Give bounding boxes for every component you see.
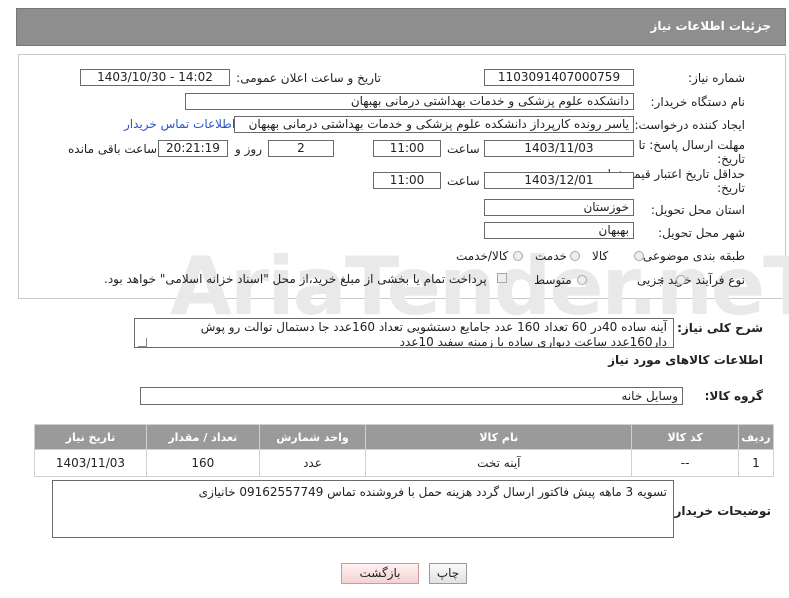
process-medium-radio[interactable] xyxy=(577,275,587,285)
category-goods-label: کالا xyxy=(592,249,609,263)
process-type-label: نوع فرآیند خرید : xyxy=(660,273,745,287)
announce-date-field: 1403/10/30 - 14:02 xyxy=(80,69,230,86)
buyer-org-label: نام دستگاه خریدار: xyxy=(650,95,746,109)
description-text: آینه ساده 40در 60 تعداد 160 عدد جامایع د… xyxy=(200,320,667,348)
col-unit: واحد شمارش xyxy=(258,424,367,450)
validity-time-label: ساعت xyxy=(447,174,480,188)
deadline-label-date: تاریخ: xyxy=(717,152,745,166)
category-goods-service-label: کالا/خدمت xyxy=(456,249,509,263)
goods-group-label: گروه کالا: xyxy=(704,389,763,403)
buyer-notes-field: تسویه 3 ماهه پیش فاکتور ارسال گردد هزینه… xyxy=(52,480,674,538)
process-minor-label: جزیی xyxy=(637,273,665,287)
page-title: جزئیات اطلاعات نیاز xyxy=(650,19,771,33)
process-medium-label: متوسط xyxy=(534,273,572,287)
category-service-radio[interactable] xyxy=(570,251,580,261)
category-label: طبقه بندی موضوعی: xyxy=(638,249,745,263)
remaining-time-field: 20:21:19 xyxy=(158,140,228,157)
description-label: شرح کلی نیاز: xyxy=(677,321,763,335)
cell-unit: عدد xyxy=(258,449,367,477)
remaining-time-label: ساعت باقی مانده xyxy=(68,142,158,156)
deadline-date-field: 1403/11/03 xyxy=(484,140,634,157)
validity-time-field: 11:00 xyxy=(373,172,441,189)
city-field: بهبهان xyxy=(484,222,634,239)
table-row: 1 -- آینه تخت عدد 160 1403/11/03 xyxy=(34,449,775,477)
treasury-payment-note: پرداخت تمام یا بخشی از مبلغ خرید،از محل … xyxy=(104,272,487,286)
validity-date-field: 1403/12/01 xyxy=(484,172,634,189)
goods-section-title: اطلاعات کالاهای مورد نیاز xyxy=(608,353,763,367)
deadline-time-field: 11:00 xyxy=(373,140,441,157)
col-code: کد کالا xyxy=(631,424,739,450)
goods-table: ردیف کد کالا نام کالا واحد شمارش تعداد /… xyxy=(34,424,775,477)
category-goods-service-radio[interactable] xyxy=(513,251,523,261)
category-service-label: خدمت xyxy=(535,249,567,263)
print-button[interactable]: چاپ xyxy=(429,563,467,584)
buyer-notes-label: توضیحات خریدار: xyxy=(669,504,771,518)
creator-label: ایجاد کننده درخواست: xyxy=(634,118,745,132)
description-field: آینه ساده 40در 60 تعداد 160 عدد جامایع د… xyxy=(134,318,674,348)
resize-handle-icon[interactable] xyxy=(138,338,147,347)
goods-table-header: ردیف کد کالا نام کالا واحد شمارش تعداد /… xyxy=(34,424,775,450)
cell-date: 1403/11/03 xyxy=(34,449,147,477)
col-date: تاریخ نیاز xyxy=(34,424,147,450)
city-label: شهر محل تحویل: xyxy=(658,226,745,240)
province-label: استان محل تحویل: xyxy=(650,203,745,217)
process-minor-radio[interactable] xyxy=(676,275,686,285)
province-field: خوزستان xyxy=(484,199,634,216)
cell-code: -- xyxy=(631,449,739,477)
need-number-field: 1103091407000759 xyxy=(484,69,634,86)
col-qty: تعداد / مقدار xyxy=(145,424,260,450)
category-goods-radio[interactable] xyxy=(634,251,644,261)
buyer-org-field: دانشکده علوم پزشکی و خدمات بهداشتی درمان… xyxy=(185,93,634,110)
validity-label-date: تاریخ: xyxy=(717,181,745,195)
page-header: جزئیات اطلاعات نیاز xyxy=(16,8,786,46)
days-remaining-field: 2 xyxy=(268,140,334,157)
col-name: نام کالا xyxy=(365,424,633,450)
cell-name: آینه تخت xyxy=(365,449,633,477)
cell-row: 1 xyxy=(737,449,775,477)
treasury-payment-checkbox[interactable] xyxy=(497,273,507,283)
buyer-contact-link[interactable]: اطلاعات تماس خریدار xyxy=(124,117,235,131)
back-button[interactable]: بازگشت xyxy=(341,563,419,584)
cell-qty: 160 xyxy=(145,449,260,477)
days-label: روز و xyxy=(235,142,262,156)
goods-group-field: وسایل خانه xyxy=(140,387,683,405)
deadline-label: مهلت ارسال پاسخ: تا xyxy=(638,138,745,152)
creator-field: یاسر رونده کارپرداز دانشکده علوم پزشکی و… xyxy=(234,116,634,133)
announce-date-label: تاریخ و ساعت اعلان عمومی: xyxy=(236,71,381,85)
col-row: ردیف xyxy=(737,424,775,450)
buyer-notes-text: تسویه 3 ماهه پیش فاکتور ارسال گردد هزینه… xyxy=(198,485,667,499)
need-number-label: شماره نیاز: xyxy=(688,71,745,85)
deadline-time-label: ساعت xyxy=(447,142,480,156)
